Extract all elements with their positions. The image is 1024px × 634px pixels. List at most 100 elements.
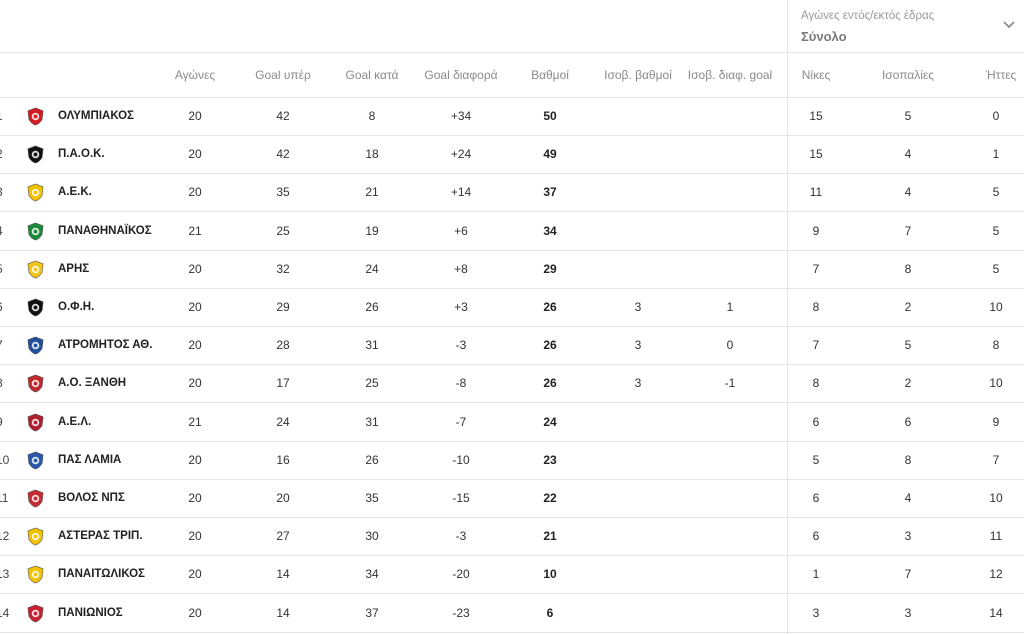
wins-cell: 15 [809, 109, 823, 123]
table-row[interactable]: 10 ΠΑΣ ΛΑΜΙΑ 20 16 26 -10 23 5 8 7 [0, 441, 1024, 480]
header-played[interactable]: Αγώνες [165, 53, 225, 97]
goals-for-cell: 29 [276, 300, 290, 314]
h2h-goal-difference-cell [684, 173, 776, 211]
header-h2h-points[interactable]: Ισοβ. βαθμοί [594, 53, 682, 97]
team-name-link[interactable]: Α.Ε.Λ. [58, 403, 91, 441]
h2h-goal-difference-cell: 1 [726, 300, 734, 314]
table-row[interactable]: 7 ΑΤΡΟΜΗΤΟΣ ΑΘ. 20 28 31 -3 26 3 0 7 5 8 [0, 326, 1024, 365]
points-cell: 22 [543, 491, 557, 505]
team-name-link[interactable]: Α.Ε.Κ. [58, 173, 92, 211]
table-row[interactable]: 12 ΑΣΤΕΡΑΣ ΤΡΙΠ. 20 27 30 -3 21 6 3 11 [0, 517, 1024, 556]
team-name-link[interactable]: ΠΑΝΑΙΤΩΛΙΚΟΣ [58, 555, 145, 593]
h2h-points-cell [594, 403, 682, 441]
team-logo-icon [27, 336, 44, 355]
table-row[interactable]: 6 Ο.Φ.Η. 20 29 26 +3 26 3 1 8 2 10 [0, 288, 1024, 327]
team-name-link[interactable]: ΠΑΝΑΘΗΝΑΪΚΟΣ [58, 212, 152, 250]
table-row[interactable]: 11 ΒΟΛΟΣ ΝΠΣ 20 20 35 -15 22 6 4 10 [0, 479, 1024, 518]
team-name-link[interactable]: ΠΑΣ ΛΑΜΙΑ [58, 441, 121, 479]
points-cell: 24 [543, 415, 557, 429]
points-cell: 6 [546, 606, 554, 620]
table-row[interactable]: 2 Π.Α.Ο.Κ. 20 42 18 +24 49 15 4 1 [0, 135, 1024, 174]
team-name-link[interactable]: ΒΟΛΟΣ ΝΠΣ [58, 479, 125, 517]
team-name-link[interactable]: Π.Α.Ο.Κ. [58, 135, 105, 173]
table-row[interactable]: 13 ΠΑΝΑΙΤΩΛΙΚΟΣ 20 14 34 -20 10 1 7 12 [0, 555, 1024, 594]
team-name-link[interactable]: ΑΤΡΟΜΗΤΟΣ ΑΘ. [58, 326, 152, 364]
goals-against-cell: 37 [365, 606, 379, 620]
table-row[interactable]: 9 Α.Ε.Λ. 21 24 31 -7 24 6 6 9 [0, 403, 1024, 442]
goals-for-cell: 14 [276, 606, 290, 620]
table-row[interactable]: 1ΟΛΥΜΠΙΑΚΟΣ20428+34501550 [0, 97, 1024, 136]
h2h-goal-difference-cell [684, 594, 776, 632]
header-goals-against[interactable]: Goal κατά [332, 53, 412, 97]
table-row[interactable]: 14 ΠΑΝΙΩΝΙΟΣ 20 14 37 -23 6 3 3 14 [0, 594, 1024, 633]
wins-cell: 8 [812, 376, 820, 390]
goal-difference-cell: -20 [452, 567, 470, 581]
team-logo-icon [27, 527, 44, 546]
h2h-points-cell [594, 479, 682, 517]
h2h-goal-difference-cell: -1 [724, 376, 736, 390]
h2h-points-cell: 3 [634, 338, 642, 352]
wins-cell: 1 [812, 567, 820, 581]
h2h-points-cell [594, 594, 682, 632]
goals-against-cell: 21 [365, 185, 379, 199]
table-row[interactable]: 4 ΠΑΝΑΘΗΝΑΪΚΟΣ 21 25 19 +6 34 9 7 5 [0, 212, 1024, 251]
table-row[interactable]: 5 ΑΡΗΣ 20 32 24 +8 29 7 8 5 [0, 250, 1024, 289]
goal-difference-cell: -7 [455, 415, 467, 429]
header-points[interactable]: Βαθμοί [515, 53, 585, 97]
goals-against-cell: 26 [365, 453, 379, 467]
points-cell: 49 [543, 147, 557, 161]
team-logo-icon [27, 604, 44, 623]
header-goals-for[interactable]: Goal υπέρ [243, 53, 323, 97]
header-h2h-goal-difference[interactable]: Ισοβ. διαφ. goal [684, 53, 776, 97]
wins-cell: 8 [812, 300, 820, 314]
h2h-points-cell [594, 517, 682, 555]
wins-cell: 9 [812, 224, 820, 238]
wins-cell: 7 [812, 262, 820, 276]
goal-difference-cell: -3 [455, 529, 467, 543]
points-cell: 37 [543, 185, 557, 199]
losses-cell: 10 [989, 491, 1003, 505]
team-name-link[interactable]: ΟΛΥΜΠΙΑΚΟΣ [58, 97, 134, 135]
played-cell: 20 [188, 262, 202, 276]
played-cell: 20 [188, 376, 202, 390]
venue-filter-dropdown[interactable]: Αγώνες εντός/εκτός έδρας Σύνολο [788, 0, 1024, 52]
position-cell: 10 [0, 453, 10, 467]
header-losses[interactable]: Ήττες [970, 53, 1024, 97]
losses-cell: 0 [992, 109, 1000, 123]
goals-for-cell: 35 [276, 185, 290, 199]
draws-cell: 7 [904, 224, 912, 238]
position-cell: 13 [0, 567, 10, 581]
chevron-down-icon[interactable] [1001, 16, 1017, 32]
team-logo-icon [27, 145, 44, 164]
h2h-goal-difference-cell [684, 135, 776, 173]
draws-cell: 3 [904, 606, 912, 620]
goals-against-cell: 8 [368, 109, 376, 123]
team-name-link[interactable]: ΑΡΗΣ [58, 250, 89, 288]
goals-against-cell: 31 [365, 338, 379, 352]
team-name-link[interactable]: ΑΣΤΕΡΑΣ ΤΡΙΠ. [58, 517, 143, 555]
venue-filter-label: Αγώνες εντός/εκτός έδρας [801, 10, 935, 22]
header-goal-difference[interactable]: Goal διαφορά [415, 53, 507, 97]
position-cell: 9 [0, 403, 10, 441]
draws-cell: 2 [904, 376, 912, 390]
table-row[interactable]: 3 Α.Ε.Κ. 20 35 21 +14 37 11 4 5 [0, 173, 1024, 212]
points-cell: 26 [543, 338, 557, 352]
team-logo-icon [27, 374, 44, 393]
wins-cell: 11 [809, 185, 823, 199]
played-cell: 20 [188, 300, 202, 314]
team-name-link[interactable]: Α.Ο. ΞΑΝΘΗ [58, 364, 126, 402]
goal-difference-cell: -3 [455, 338, 467, 352]
draws-cell: 4 [904, 147, 912, 161]
venue-filter-value[interactable]: Σύνολο [801, 29, 847, 44]
standings-toolbar: Αγώνες εντός/εκτός έδρας Σύνολο [0, 0, 1024, 53]
team-name-link[interactable]: Ο.Φ.Η. [58, 288, 94, 326]
header-draws[interactable]: Ισοπαλίες [868, 53, 948, 97]
header-wins[interactable]: Νίκες [790, 53, 842, 97]
position-cell: 2 [0, 135, 10, 173]
wins-cell: 6 [812, 415, 820, 429]
team-name-link[interactable]: ΠΑΝΙΩΝΙΟΣ [58, 594, 123, 632]
points-cell: 34 [543, 224, 557, 238]
table-row[interactable]: 8 Α.Ο. ΞΑΝΘΗ 20 17 25 -8 26 3 -1 8 2 10 [0, 364, 1024, 403]
wins-cell: 15 [809, 147, 823, 161]
team-logo-icon [27, 298, 44, 317]
